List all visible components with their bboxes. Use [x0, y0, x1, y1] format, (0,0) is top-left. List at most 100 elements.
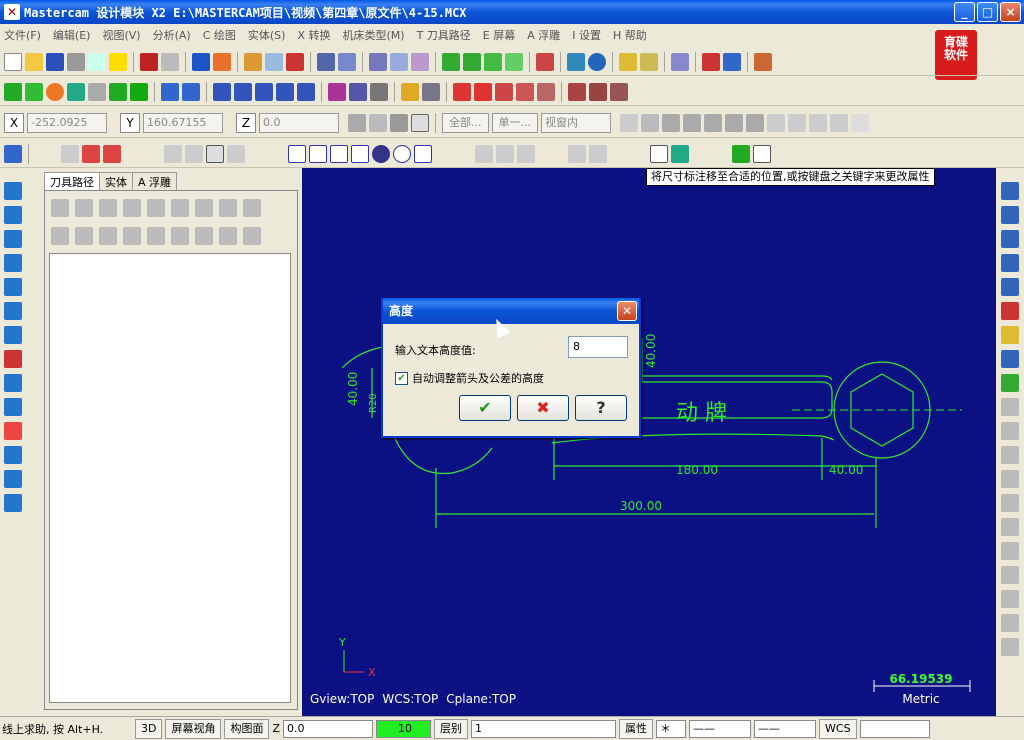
color-field[interactable]: 10	[376, 719, 432, 738]
dim-arrow2-icon[interactable]	[589, 144, 607, 163]
analyze3-icon[interactable]	[370, 82, 388, 101]
dialog-close-button[interactable]: ✕	[617, 301, 637, 321]
help-button[interactable]: ?	[575, 395, 627, 421]
text-rotate-icon[interactable]	[393, 144, 411, 163]
zoom-out-icon[interactable]	[338, 52, 356, 71]
help4-icon[interactable]	[753, 144, 771, 163]
window-select-icon[interactable]	[662, 113, 680, 132]
right-icon-3[interactable]	[1001, 230, 1019, 248]
right-icon-6[interactable]	[1001, 302, 1019, 320]
help3-icon[interactable]	[650, 144, 668, 163]
operations-list[interactable]	[49, 253, 291, 703]
chamfer-icon[interactable]	[88, 82, 106, 101]
redo-icon[interactable]	[161, 52, 179, 71]
fast-point-icon[interactable]	[348, 113, 366, 132]
window-select-dropdown[interactable]: 视窗内	[541, 112, 611, 133]
circle-select-icon[interactable]	[830, 113, 848, 132]
trim-icon[interactable]	[161, 82, 179, 101]
polygon-select-icon[interactable]	[683, 113, 701, 132]
dim-horizontal-icon[interactable]	[61, 144, 79, 163]
screen-view-button[interactable]: 屏幕视角	[165, 718, 222, 739]
surface-icon-3[interactable]	[4, 230, 22, 248]
select-icon[interactable]	[390, 113, 408, 132]
menu-xform[interactable]: X 转换	[297, 27, 330, 43]
pencil-icon[interactable]	[619, 52, 637, 71]
move-up-icon[interactable]	[147, 227, 165, 245]
attributes-button[interactable]: 属性	[619, 718, 654, 739]
menu-solids[interactable]: 实体(S)	[248, 27, 286, 43]
right-icon-16[interactable]	[1001, 542, 1019, 560]
spline-icon[interactable]	[109, 82, 127, 101]
wire-icon[interactable]	[495, 82, 513, 101]
solid-view-icon[interactable]	[536, 52, 554, 71]
ok-icon[interactable]	[732, 144, 750, 163]
design-icon[interactable]	[537, 82, 555, 101]
right-icon-8[interactable]	[1001, 350, 1019, 368]
right-icon-1[interactable]	[1001, 182, 1019, 200]
menu-toolpaths[interactable]: T 刀具路径	[417, 27, 471, 43]
text-arrow-icon[interactable]	[372, 144, 390, 163]
end-select-icon[interactable]	[788, 113, 806, 132]
part-select-icon[interactable]	[746, 113, 764, 132]
text-ab-icon[interactable]	[414, 144, 432, 163]
save-icon[interactable]	[46, 52, 64, 71]
cube-front-icon[interactable]	[442, 52, 460, 71]
wcs-button[interactable]: WCS	[819, 718, 857, 739]
move-down-icon[interactable]	[123, 227, 141, 245]
zoom-window-icon[interactable]	[265, 52, 283, 71]
surface-icon-2[interactable]	[4, 206, 22, 224]
group-icon-field[interactable]	[859, 719, 930, 738]
cube-top-icon[interactable]	[463, 52, 481, 71]
toggle-post-icon[interactable]	[99, 227, 117, 245]
x-coordinate-field[interactable]: -252.0925	[27, 112, 107, 133]
verify-ops-icon[interactable]	[147, 199, 165, 217]
ops-help-icon[interactable]	[243, 227, 261, 245]
undo-icon[interactable]	[140, 52, 158, 71]
text-height-icon[interactable]	[330, 144, 348, 163]
menu-art[interactable]: A 浮雕	[527, 27, 560, 43]
menu-settings[interactable]: I 设置	[572, 27, 601, 43]
maximize-button[interactable]: □	[977, 2, 998, 22]
mode-3d-button[interactable]: 3D	[135, 718, 163, 739]
menu-file[interactable]: 文件(F)	[4, 27, 41, 43]
surface-icon-9[interactable]	[4, 374, 22, 392]
right-icon-11[interactable]	[1001, 422, 1019, 440]
level-field[interactable]: 1	[471, 719, 617, 738]
fillet-icon[interactable]	[67, 82, 85, 101]
right-icon-4[interactable]	[1001, 254, 1019, 272]
select-single-button[interactable]: 单一...	[491, 112, 538, 133]
xform-move-icon[interactable]	[213, 82, 231, 101]
regen-icon[interactable]	[75, 199, 93, 217]
dim-base-icon[interactable]	[164, 144, 182, 163]
regen-dirty-icon[interactable]	[99, 199, 117, 217]
cylinder-icon[interactable]	[130, 82, 148, 101]
help2-icon[interactable]	[851, 113, 869, 132]
dim-vertical-icon[interactable]	[82, 144, 100, 163]
xform-scale-icon[interactable]	[276, 82, 294, 101]
repaint-icon[interactable]	[213, 52, 231, 71]
dim-prop-icon[interactable]	[496, 144, 514, 163]
surface-icon-11[interactable]	[4, 422, 22, 440]
zoom-in-icon[interactable]	[317, 52, 335, 71]
arrow-select-icon[interactable]	[641, 113, 659, 132]
mill-icon[interactable]	[453, 82, 471, 101]
right-icon-17[interactable]	[1001, 566, 1019, 584]
surface-icon-6[interactable]	[4, 302, 22, 320]
exit-icon[interactable]	[754, 52, 772, 71]
toolpath-icon[interactable]	[568, 82, 586, 101]
surface-icon-13[interactable]	[4, 470, 22, 488]
area-select-icon[interactable]	[725, 113, 743, 132]
lock-ops-icon[interactable]	[51, 227, 69, 245]
height-input[interactable]: 8	[568, 336, 628, 358]
post-icon[interactable]	[195, 199, 213, 217]
chain-icon[interactable]	[620, 113, 638, 132]
right-icon-7[interactable]	[1001, 326, 1019, 344]
tab-toolpaths[interactable]: 刀具路径	[44, 172, 100, 191]
dim-ordinate-icon[interactable]	[227, 144, 245, 163]
select-all-button[interactable]: 全部...	[442, 112, 489, 133]
print-preview-icon[interactable]	[88, 52, 106, 71]
xform-offset-icon[interactable]	[297, 82, 315, 101]
toolpath2-icon[interactable]	[589, 82, 607, 101]
surface-icon-5[interactable]	[4, 278, 22, 296]
tool-icon[interactable]	[671, 52, 689, 71]
